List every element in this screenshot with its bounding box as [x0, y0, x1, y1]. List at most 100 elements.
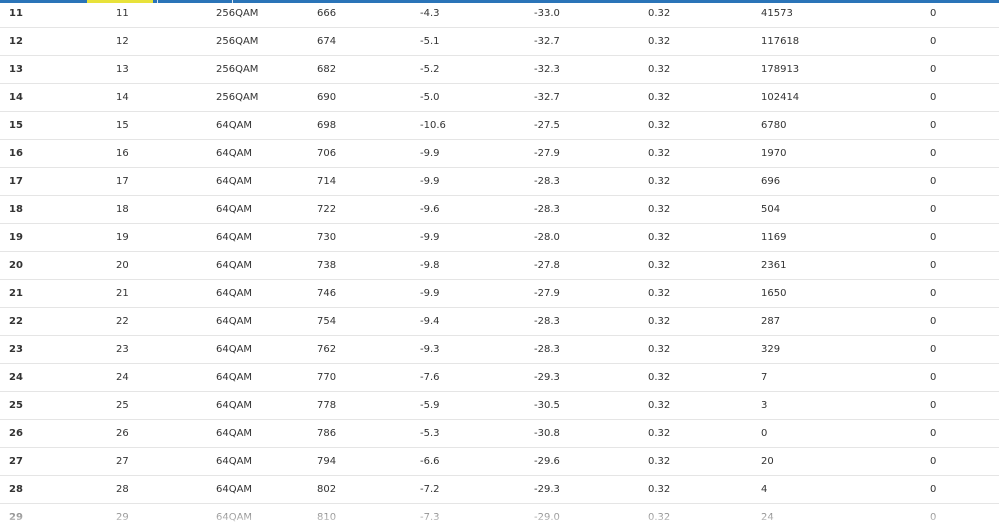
cell-channel-number: 12 [116, 27, 216, 56]
cell-frequency: 722 [317, 195, 420, 224]
cell-channel-number: 11 [116, 0, 216, 28]
cell-channel-number: 13 [116, 55, 216, 84]
cell-modulation: 64QAM [216, 167, 317, 196]
cell-uncorrectables: 0 [930, 503, 999, 526]
cell-modulation: 64QAM [216, 195, 317, 224]
cell-modulation: 256QAM [216, 55, 317, 84]
cell-octets: 0.32 [648, 279, 761, 308]
cell-octets: 0.32 [648, 251, 761, 280]
table-row: 28 28 64QAM 802 -7.2 -29.3 0.32 4 0 [0, 475, 999, 504]
cell-corrected: 1650 [761, 279, 930, 308]
cell-frequency: 770 [317, 363, 420, 392]
table-row: 16 16 64QAM 706 -9.9 -27.9 0.32 1970 0 [0, 139, 999, 168]
table-row: 26 26 64QAM 786 -5.3 -30.8 0.32 0 0 [0, 419, 999, 448]
cell-channel-id: 23 [0, 335, 116, 364]
cell-channel-id: 18 [0, 195, 116, 224]
cell-modulation: 64QAM [216, 307, 317, 336]
cell-corrected: 0 [761, 419, 930, 448]
cell-snr: -30.5 [534, 391, 648, 420]
cell-channel-id: 19 [0, 223, 116, 252]
cell-channel-number: 27 [116, 447, 216, 476]
cell-channel-number: 20 [116, 251, 216, 280]
cell-power: -9.4 [420, 307, 534, 336]
cell-corrected: 329 [761, 335, 930, 364]
cell-uncorrectables: 0 [930, 0, 999, 28]
cell-snr: -30.8 [534, 419, 648, 448]
cell-frequency: 762 [317, 335, 420, 364]
cell-octets: 0.32 [648, 475, 761, 504]
cell-octets: 0.32 [648, 139, 761, 168]
cell-channel-number: 28 [116, 475, 216, 504]
cell-power: -5.2 [420, 55, 534, 84]
cell-modulation: 256QAM [216, 0, 317, 28]
cell-snr: -27.5 [534, 111, 648, 140]
cell-uncorrectables: 0 [930, 83, 999, 112]
cell-corrected: 504 [761, 195, 930, 224]
cell-frequency: 802 [317, 475, 420, 504]
cell-corrected: 41573 [761, 0, 930, 28]
active-tab-indicator[interactable] [87, 0, 153, 3]
cell-channel-id: 15 [0, 111, 116, 140]
cell-uncorrectables: 0 [930, 111, 999, 140]
cell-channel-number: 22 [116, 307, 216, 336]
cell-channel-number: 26 [116, 419, 216, 448]
cell-uncorrectables: 0 [930, 223, 999, 252]
cell-uncorrectables: 0 [930, 363, 999, 392]
cell-octets: 0.32 [648, 83, 761, 112]
cell-power: -4.3 [420, 0, 534, 28]
cell-snr: -29.3 [534, 475, 648, 504]
cell-modulation: 64QAM [216, 447, 317, 476]
cell-power: -5.1 [420, 27, 534, 56]
cell-modulation: 64QAM [216, 391, 317, 420]
table-row: 17 17 64QAM 714 -9.9 -28.3 0.32 696 0 [0, 167, 999, 196]
cell-uncorrectables: 0 [930, 475, 999, 504]
table-row: 12 12 256QAM 674 -5.1 -32.7 0.32 117618 0 [0, 27, 999, 56]
cell-channel-id: 20 [0, 251, 116, 280]
table-row: 23 23 64QAM 762 -9.3 -28.3 0.32 329 0 [0, 335, 999, 364]
table-row: 22 22 64QAM 754 -9.4 -28.3 0.32 287 0 [0, 307, 999, 336]
cell-modulation: 64QAM [216, 251, 317, 280]
cell-channel-id: 21 [0, 279, 116, 308]
table-row: 27 27 64QAM 794 -6.6 -29.6 0.32 20 0 [0, 447, 999, 476]
cell-frequency: 674 [317, 27, 420, 56]
cell-snr: -29.0 [534, 503, 648, 526]
cell-frequency: 746 [317, 279, 420, 308]
table-row: 20 20 64QAM 738 -9.8 -27.8 0.32 2361 0 [0, 251, 999, 280]
cell-power: -9.3 [420, 335, 534, 364]
cell-channel-id: 12 [0, 27, 116, 56]
cell-octets: 0.32 [648, 335, 761, 364]
cell-channel-number: 16 [116, 139, 216, 168]
cell-channel-number: 17 [116, 167, 216, 196]
cell-corrected: 6780 [761, 111, 930, 140]
cell-modulation: 64QAM [216, 223, 317, 252]
cell-frequency: 706 [317, 139, 420, 168]
cell-modulation: 64QAM [216, 503, 317, 526]
cell-channel-number: 23 [116, 335, 216, 364]
cell-snr: -29.6 [534, 447, 648, 476]
cell-power: -6.6 [420, 447, 534, 476]
cell-modulation: 64QAM [216, 279, 317, 308]
cell-uncorrectables: 0 [930, 139, 999, 168]
cell-octets: 0.32 [648, 111, 761, 140]
cell-octets: 0.32 [648, 363, 761, 392]
cell-channel-number: 21 [116, 279, 216, 308]
cell-frequency: 730 [317, 223, 420, 252]
cell-power: -5.0 [420, 83, 534, 112]
cell-power: -9.8 [420, 251, 534, 280]
cell-octets: 0.32 [648, 419, 761, 448]
cell-snr: -27.8 [534, 251, 648, 280]
cell-octets: 0.32 [648, 391, 761, 420]
cell-channel-id: 28 [0, 475, 116, 504]
cell-uncorrectables: 0 [930, 447, 999, 476]
table-row: 13 13 256QAM 682 -5.2 -32.3 0.32 178913 0 [0, 55, 999, 84]
cell-uncorrectables: 0 [930, 419, 999, 448]
cell-snr: -27.9 [534, 279, 648, 308]
cell-modulation: 64QAM [216, 475, 317, 504]
cell-modulation: 64QAM [216, 111, 317, 140]
cell-frequency: 786 [317, 419, 420, 448]
downstream-channel-table: 11 11 256QAM 666 -4.3 -33.0 0.32 41573 0 12 12 256Q… [0, 0, 999, 526]
cell-octets: 0.32 [648, 0, 761, 28]
cell-power: -9.9 [420, 139, 534, 168]
cell-corrected: 287 [761, 307, 930, 336]
header-bar [0, 0, 999, 3]
